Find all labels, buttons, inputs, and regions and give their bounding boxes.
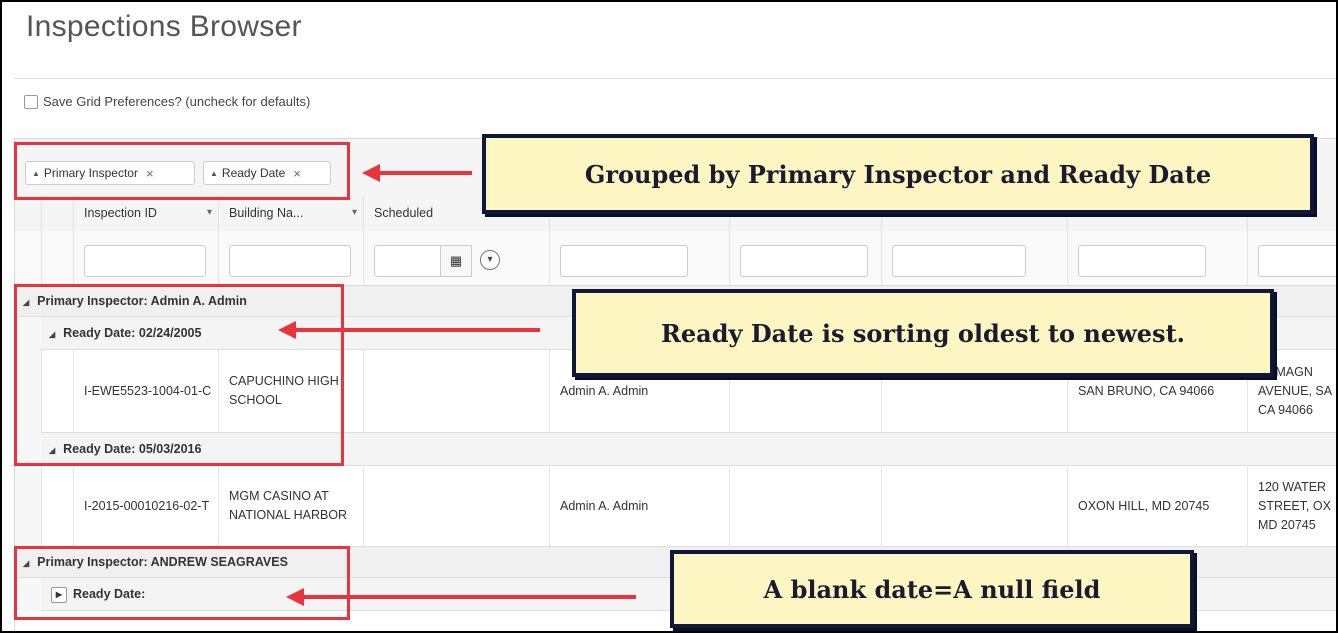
building-name-cell: MGM CASINO AT NATIONAL HARBOR: [218, 466, 363, 546]
filter-icon[interactable]: ▾: [480, 250, 500, 270]
callout-blank-date: A blank date=A null field: [670, 550, 1194, 628]
scheduled-cell: [363, 350, 549, 432]
column-header-label: Scheduled: [374, 206, 434, 220]
annotation-arrow-head: [278, 321, 296, 339]
filter-cell: [218, 231, 364, 285]
filter-indent: [41, 231, 74, 285]
annotation-box-group-headers: [14, 284, 344, 466]
address-cell: 120 WATER STREET, OX MD 20745: [1247, 466, 1336, 546]
building-name-filter-input[interactable]: [229, 245, 351, 277]
column-header-label: Inspection ID: [84, 206, 157, 220]
annotation-box-null-date: [14, 546, 350, 620]
additional-inspector-filter-input[interactable]: [892, 245, 1026, 277]
title-divider: [14, 78, 1336, 79]
filter-cell: [1067, 231, 1248, 285]
filter-cell: [549, 231, 730, 285]
callout-sorting: Ready Date is sorting oldest to newest.: [572, 289, 1274, 377]
scheduled-cell: [363, 466, 549, 546]
inspection-id-filter-input[interactable]: [84, 245, 206, 277]
customer-filter-input[interactable]: [740, 245, 868, 277]
column-header-building-name[interactable]: Building Na... ▾: [218, 195, 363, 231]
annotation-box-group-chips: [14, 142, 350, 200]
inspection-id-cell: I-2015-00010216-02-T: [73, 466, 218, 546]
annotation-arrow: [302, 595, 636, 599]
additional-inspector-cell: [881, 466, 1067, 546]
customer-cell: [729, 466, 881, 546]
filter-row: ▦ ▾: [15, 231, 1336, 286]
calendar-icon[interactable]: ▦: [440, 245, 472, 277]
filter-cell: ▦ ▾: [363, 231, 550, 285]
primary-inspector-filter-input[interactable]: [560, 245, 688, 277]
chevron-down-icon[interactable]: ▾: [207, 195, 212, 231]
annotation-arrow-head: [286, 588, 304, 606]
annotation-arrow: [378, 171, 472, 175]
address-filter-input[interactable]: [1258, 245, 1336, 277]
chevron-down-icon[interactable]: ▾: [352, 195, 357, 231]
row-indent: [41, 466, 73, 546]
save-preferences-toggle[interactable]: Save Grid Preferences? (uncheck for defa…: [24, 94, 310, 109]
filter-cell: [881, 231, 1068, 285]
table-row[interactable]: I-2015-00010216-02-T MGM CASINO AT NATIO…: [41, 466, 1336, 547]
city-state-zip-cell: OXON HILL, MD 20745: [1067, 466, 1247, 546]
save-preferences-label: Save Grid Preferences? (uncheck for defa…: [43, 94, 311, 109]
column-header-label: Building Na...: [229, 206, 304, 220]
filter-cell: [1247, 231, 1336, 285]
primary-inspector-cell: Admin A. Admin: [549, 466, 729, 546]
filter-cell: [729, 231, 882, 285]
screenshot-frame: Inspections Browser Save Grid Preference…: [0, 0, 1338, 633]
save-preferences-checkbox[interactable]: [24, 94, 38, 109]
callout-grouped: Grouped by Primary Inspector and Ready D…: [482, 134, 1314, 214]
group-indent-header: [41, 195, 73, 231]
annotation-arrow: [294, 328, 540, 332]
page-title: Inspections Browser: [26, 10, 302, 43]
annotation-arrow-head: [362, 164, 380, 182]
column-header-inspection-id[interactable]: Inspection ID ▾: [73, 195, 218, 231]
filter-cell: [73, 231, 219, 285]
city-filter-input[interactable]: [1078, 245, 1206, 277]
